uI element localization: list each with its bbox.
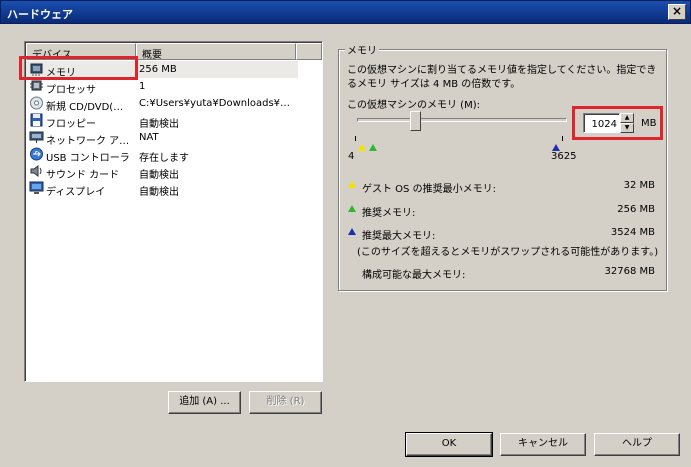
device-summary: 自動検出 bbox=[139, 119, 179, 129]
recommended-label: 推奨メモリ: bbox=[362, 208, 416, 219]
display-icon bbox=[29, 181, 44, 194]
blue-triangle-icon bbox=[348, 228, 356, 235]
network-adapter-icon bbox=[29, 131, 44, 143]
ok-button[interactable]: OK bbox=[405, 432, 493, 457]
device-summary: 存在します bbox=[139, 153, 189, 163]
memory-slider-track[interactable] bbox=[357, 118, 567, 122]
swap-note: (このサイズを超えるとメモリがスワップされる可能性があります。) bbox=[357, 247, 659, 258]
device-list[interactable]: デバイス 概要 メモリ 256 MB プロセッサ 1 新規 CD/DVD(… C… bbox=[24, 41, 323, 382]
guest-min-value: 32 MB bbox=[623, 180, 655, 191]
device-name: プロセッサ bbox=[46, 85, 96, 96]
max-recommended-value: 3524 MB bbox=[610, 227, 655, 238]
device-name: フロッピー bbox=[46, 119, 96, 130]
device-name: 新規 CD/DVD(… bbox=[46, 102, 124, 113]
processor-icon bbox=[30, 80, 43, 91]
max-recommended-marker-icon bbox=[552, 144, 560, 151]
help-button[interactable]: ヘルプ bbox=[594, 433, 680, 456]
slider-tick-max bbox=[562, 136, 563, 141]
device-name: USB コントローラ bbox=[46, 153, 130, 164]
guest-min-marker-icon bbox=[358, 144, 366, 151]
list-item[interactable]: ディスプレイ 自動検出 bbox=[26, 180, 321, 198]
max-configurable-label: 構成可能な最大メモリ: bbox=[362, 270, 466, 281]
column-header-filler bbox=[296, 43, 322, 60]
list-item[interactable]: サウンド カード 自動検出 bbox=[26, 163, 321, 181]
memory-field-label: この仮想マシンのメモリ (M): bbox=[347, 100, 480, 111]
close-button[interactable]: × bbox=[668, 4, 686, 20]
device-summary: 1 bbox=[139, 81, 146, 92]
device-name: ネットワーク ア… bbox=[46, 136, 130, 147]
green-triangle-icon bbox=[348, 205, 356, 212]
device-name: サウンド カード bbox=[46, 170, 120, 181]
list-item[interactable]: USB コントローラ 存在します bbox=[26, 146, 321, 164]
device-summary: C:¥Users¥yuta¥Downloads¥… bbox=[139, 98, 291, 109]
column-header-summary[interactable]: 概要 bbox=[136, 43, 296, 60]
highlight-box-memory-input bbox=[572, 106, 663, 140]
cd-dvd-icon bbox=[30, 96, 43, 110]
list-item[interactable]: フロッピー 自動検出 bbox=[26, 112, 321, 130]
memory-slider-thumb[interactable] bbox=[410, 111, 421, 131]
sound-card-icon bbox=[30, 165, 42, 177]
list-item[interactable]: 新規 CD/DVD(… C:¥Users¥yuta¥Downloads¥… bbox=[26, 95, 321, 113]
slider-tick-min bbox=[355, 136, 356, 141]
device-name: ディスプレイ bbox=[46, 187, 106, 198]
add-device-button[interactable]: 追加 (A) ... bbox=[168, 391, 241, 414]
memory-description-line2: るメモリ サイズは 4 MB の倍数です。 bbox=[347, 79, 521, 90]
window-title: ハードウェア bbox=[7, 8, 73, 21]
cancel-button[interactable]: キャンセル bbox=[500, 433, 586, 456]
remove-device-button[interactable]: 削除 (R) bbox=[249, 391, 322, 414]
list-item[interactable]: ネットワーク ア… NAT bbox=[26, 129, 321, 147]
device-summary: 自動検出 bbox=[139, 170, 179, 180]
floppy-icon bbox=[30, 113, 43, 127]
device-summary: 256 MB bbox=[136, 61, 298, 78]
memory-description-line1: この仮想マシンに割り当てるメモリ値を指定してください。指定でき bbox=[347, 65, 657, 76]
memory-group-title: メモリ bbox=[345, 42, 379, 57]
close-icon: × bbox=[671, 4, 683, 18]
yellow-triangle-icon bbox=[348, 181, 356, 188]
device-rows: メモリ 256 MB プロセッサ 1 新規 CD/DVD(… C:¥Users¥… bbox=[26, 61, 321, 198]
guest-min-label: ゲスト OS の推奨最小メモリ: bbox=[362, 184, 496, 195]
slider-max-label: 3625 bbox=[551, 151, 577, 162]
title-bar: ハードウェア × bbox=[0, 0, 691, 24]
list-item[interactable]: プロセッサ 1 bbox=[26, 78, 321, 96]
usb-controller-icon bbox=[30, 147, 43, 161]
recommended-marker-icon bbox=[369, 144, 377, 151]
max-configurable-value: 32768 MB bbox=[604, 266, 655, 277]
device-summary: NAT bbox=[139, 132, 159, 143]
device-summary: 自動検出 bbox=[139, 187, 179, 197]
slider-min-label: 4 bbox=[348, 151, 355, 162]
max-recommended-label: 推奨最大メモリ: bbox=[362, 231, 436, 242]
highlight-box-memory-row bbox=[19, 56, 138, 80]
recommended-value: 256 MB bbox=[617, 204, 655, 215]
